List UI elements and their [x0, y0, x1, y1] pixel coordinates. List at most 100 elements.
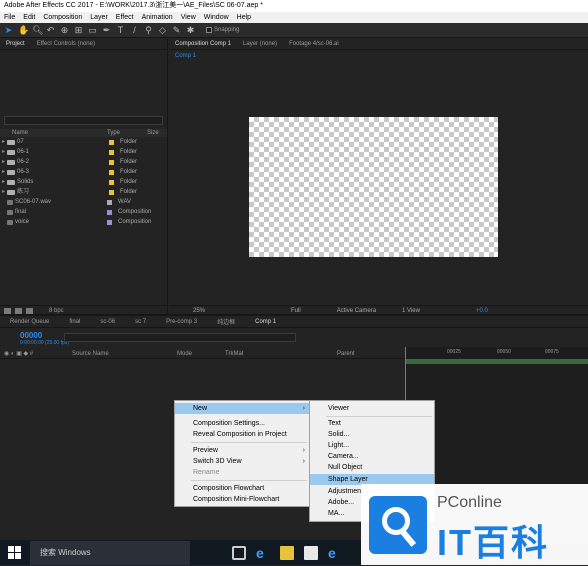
hand-tool-icon[interactable]: ✋: [18, 23, 29, 38]
project-item-row[interactable]: SC06-07.wav WAV: [0, 197, 167, 207]
expand-triangle-icon[interactable]: ▸: [0, 147, 7, 157]
camera-select[interactable]: Active Camera: [337, 308, 376, 314]
eraser-tool-icon[interactable]: ◇: [158, 23, 167, 38]
menu-effect[interactable]: Effect: [116, 12, 134, 23]
submenu-light[interactable]: Light...: [310, 440, 434, 451]
expand-triangle-icon[interactable]: ▸: [0, 157, 7, 167]
submenu-viewer[interactable]: Viewer: [310, 403, 434, 414]
ie-icon[interactable]: e: [328, 546, 342, 560]
label-color-swatch[interactable]: [109, 160, 114, 165]
submenu-camera[interactable]: Camera...: [310, 451, 434, 462]
tab-sc06[interactable]: sc-06: [90, 319, 125, 325]
project-item-row[interactable]: ▸ 07 Folder: [0, 137, 167, 147]
expand-triangle-icon[interactable]: ▸: [0, 187, 7, 197]
menu-help[interactable]: Help: [237, 12, 251, 23]
expand-triangle-icon[interactable]: ▸: [0, 137, 7, 147]
label-color-swatch[interactable]: [109, 180, 114, 185]
submenu-solid[interactable]: Solid...: [310, 429, 434, 440]
label-color-swatch[interactable]: [109, 170, 114, 175]
time-ruler[interactable]: 00025 00050 00075: [405, 347, 588, 359]
tab-border[interactable]: 纯边框: [207, 317, 245, 326]
menu-item-mini-flowchart[interactable]: Composition Mini-Flowchart: [175, 494, 309, 505]
expand-triangle-icon[interactable]: ▸: [0, 177, 7, 187]
menu-window[interactable]: Window: [204, 12, 229, 23]
task-view-icon[interactable]: [232, 545, 246, 560]
selection-tool-icon[interactable]: ➤: [4, 23, 13, 38]
taskbar-search-input[interactable]: 搜索 Windows: [30, 540, 190, 565]
subtab-comp1[interactable]: Comp 1: [169, 53, 202, 59]
edge-icon[interactable]: e: [256, 546, 270, 560]
col-source-name[interactable]: Source Name: [72, 350, 177, 358]
tab-footage[interactable]: Footage 4/sc-06.ai: [283, 41, 345, 47]
project-item-row[interactable]: final Composition: [0, 207, 167, 217]
rectangle-tool-icon[interactable]: ▭: [88, 23, 97, 38]
brush-tool-icon[interactable]: /: [130, 23, 139, 38]
label-color-swatch[interactable]: [107, 220, 112, 225]
menu-item-flowchart[interactable]: Composition Flowchart: [175, 483, 309, 494]
tab-sc7[interactable]: sc 7: [125, 319, 156, 325]
comp-canvas[interactable]: [249, 117, 498, 257]
pan-behind-tool-icon[interactable]: ⊞: [74, 23, 83, 38]
tab-composition[interactable]: Composition Comp 1: [169, 41, 237, 47]
menu-item-switch-3d[interactable]: Switch 3D View ›: [175, 456, 309, 467]
project-item-row[interactable]: voice Composition: [0, 217, 167, 227]
col-trkmat[interactable]: TrkMat: [225, 350, 337, 358]
tab-precomp3[interactable]: Pre-comp 3: [156, 319, 207, 325]
label-color-swatch[interactable]: [107, 200, 112, 205]
resolution-select[interactable]: Full: [291, 308, 301, 314]
interpret-footage-icon[interactable]: [4, 307, 11, 314]
submenu-text[interactable]: Text: [310, 418, 434, 429]
zoom-tool-icon[interactable]: 🔍︎: [32, 23, 43, 38]
col-type[interactable]: Type: [107, 129, 147, 137]
windows-start-icon[interactable]: [8, 545, 22, 560]
col-parent[interactable]: Parent: [337, 350, 355, 358]
label-color-swatch[interactable]: [109, 190, 114, 195]
timeline-search-input[interactable]: [64, 333, 296, 342]
store-icon[interactable]: [304, 545, 318, 560]
zoom-select[interactable]: 25%: [193, 308, 205, 314]
pen-tool-icon[interactable]: ✒: [102, 23, 111, 38]
menu-item-comp-settings[interactable]: Composition Settings...: [175, 418, 309, 429]
puppet-tool-icon[interactable]: ✱: [186, 23, 195, 38]
new-folder-icon[interactable]: [15, 307, 22, 314]
roto-tool-icon[interactable]: ✎: [172, 23, 181, 38]
camera-tool-icon[interactable]: ⊕: [60, 23, 69, 38]
menu-view[interactable]: View: [181, 12, 196, 23]
col-mode[interactable]: Mode: [177, 350, 225, 358]
expand-triangle-icon[interactable]: ▸: [0, 167, 7, 177]
col-size[interactable]: Size: [147, 129, 159, 137]
project-item-row[interactable]: ▸ 06-1 Folder: [0, 147, 167, 157]
clone-tool-icon[interactable]: ⚲: [144, 23, 153, 38]
tab-effect-controls[interactable]: Effect Controls (none): [31, 41, 101, 47]
bpc-label[interactable]: 8 bpc: [49, 308, 64, 314]
label-color-swatch[interactable]: [109, 140, 114, 145]
new-comp-icon[interactable]: [26, 307, 33, 314]
snapping-checkbox[interactable]: [206, 27, 212, 33]
snapping-toggle[interactable]: Snapping: [206, 27, 239, 33]
project-item-row[interactable]: ▸ 06-3 Folder: [0, 167, 167, 177]
menu-item-new[interactable]: New ›: [175, 403, 309, 414]
exposure-value[interactable]: +0.0: [476, 308, 488, 314]
timecode[interactable]: 00000: [20, 331, 42, 340]
tab-project[interactable]: Project: [0, 41, 31, 47]
menu-item-reveal[interactable]: Reveal Composition in Project: [175, 429, 309, 440]
label-color-swatch[interactable]: [107, 210, 112, 215]
tab-layer[interactable]: Layer (none): [237, 41, 283, 47]
label-color-swatch[interactable]: [109, 150, 114, 155]
project-search-input[interactable]: [4, 116, 163, 125]
menu-animation[interactable]: Animation: [142, 12, 173, 23]
menu-file[interactable]: File: [4, 12, 15, 23]
menu-composition[interactable]: Composition: [43, 12, 82, 23]
type-tool-icon[interactable]: T: [116, 23, 125, 38]
tab-final[interactable]: final: [59, 319, 90, 325]
tab-render-queue[interactable]: Render Queue: [0, 319, 59, 325]
project-item-row[interactable]: ▸ Solids Folder: [0, 177, 167, 187]
submenu-null-object[interactable]: Null Object: [310, 462, 434, 473]
col-name[interactable]: Name: [12, 129, 107, 137]
file-explorer-icon[interactable]: [280, 545, 294, 560]
views-select[interactable]: 1 View: [402, 308, 420, 314]
menu-item-preview[interactable]: Preview ›: [175, 445, 309, 456]
project-item-row[interactable]: ▸ 06-2 Folder: [0, 157, 167, 167]
rotate-tool-icon[interactable]: ↶: [46, 23, 55, 38]
project-item-row[interactable]: ▸ 练习 Folder: [0, 187, 167, 197]
